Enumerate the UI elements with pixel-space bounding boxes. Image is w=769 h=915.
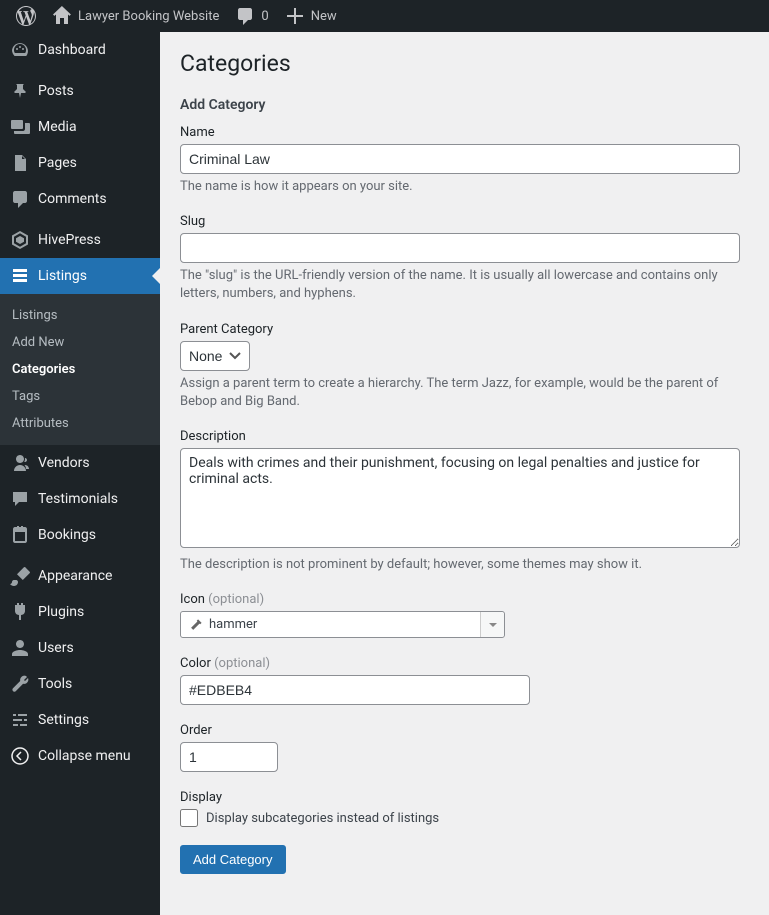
listings-submenu: Listings Add New Categories Tags Attribu…	[0, 294, 160, 445]
comments-icon	[10, 189, 30, 209]
sidebar-item-plugins[interactable]: Plugins	[0, 594, 160, 630]
order-label: Order	[180, 723, 749, 738]
pin-icon	[10, 81, 30, 101]
plus-icon	[285, 6, 305, 26]
name-label: Name	[180, 125, 749, 140]
submenu-categories[interactable]: Categories	[0, 356, 160, 383]
sidebar-item-posts[interactable]: Posts	[0, 73, 160, 109]
home-icon	[52, 6, 72, 26]
order-input[interactable]	[180, 742, 278, 772]
description-desc: The description is not prominent by defa…	[180, 556, 740, 574]
sidebar-item-users[interactable]: Users	[0, 630, 160, 666]
user-icon	[10, 638, 30, 658]
sidebar-item-dashboard[interactable]: Dashboard	[0, 32, 160, 68]
field-description: Description The description is not promi…	[180, 429, 749, 574]
admin-bar: Lawyer Booking Website 0 New	[0, 0, 769, 32]
color-input[interactable]	[180, 675, 530, 705]
media-icon	[10, 117, 30, 137]
icon-select[interactable]: hammer	[180, 611, 505, 638]
parent-select[interactable]: None	[180, 341, 250, 371]
submenu-listings[interactable]: Listings	[0, 302, 160, 329]
wrench-icon	[10, 674, 30, 694]
chevron-down-icon	[480, 612, 504, 637]
sidebar-item-testimonials[interactable]: Testimonials	[0, 481, 160, 517]
submenu-tags[interactable]: Tags	[0, 383, 160, 410]
testimonials-icon	[10, 489, 30, 509]
field-order: Order	[180, 723, 749, 772]
slug-label: Slug	[180, 214, 749, 229]
main-content: Categories Add Category Name The name is…	[160, 32, 769, 915]
wp-logo[interactable]	[8, 0, 44, 32]
form-heading: Add Category	[180, 97, 749, 113]
sidebar-item-bookings[interactable]: Bookings	[0, 517, 160, 553]
plugin-icon	[10, 602, 30, 622]
sidebar-item-appearance[interactable]: Appearance	[0, 558, 160, 594]
field-name: Name The name is how it appears on your …	[180, 125, 749, 196]
field-display: Display Display subcategories instead of…	[180, 790, 749, 827]
listings-icon	[10, 266, 30, 286]
comment-icon	[235, 6, 255, 26]
sidebar-item-tools[interactable]: Tools	[0, 666, 160, 702]
new-content-link[interactable]: New	[277, 0, 345, 32]
add-category-button[interactable]: Add Category	[180, 845, 286, 874]
brush-icon	[10, 566, 30, 586]
comment-count: 0	[261, 9, 268, 24]
color-label: Color (optional)	[180, 656, 749, 671]
description-label: Description	[180, 429, 749, 444]
sidebar-item-pages[interactable]: Pages	[0, 145, 160, 181]
display-checkbox-label: Display subcategories instead of listing…	[206, 811, 439, 826]
sliders-icon	[10, 710, 30, 730]
page-title: Categories	[180, 50, 749, 77]
admin-sidebar: Dashboard Posts Media Pages Comments Hiv…	[0, 32, 160, 915]
calendar-icon	[10, 525, 30, 545]
field-icon: Icon (optional) hammer	[180, 592, 749, 638]
wordpress-icon	[16, 6, 36, 26]
field-color: Color (optional)	[180, 656, 749, 705]
parent-label: Parent Category	[180, 322, 749, 337]
collapse-menu[interactable]: Collapse menu	[0, 738, 160, 774]
description-textarea[interactable]	[180, 448, 740, 548]
hivepress-icon	[10, 230, 30, 250]
sidebar-item-media[interactable]: Media	[0, 109, 160, 145]
vendors-icon	[10, 453, 30, 473]
dashboard-icon	[10, 40, 30, 60]
page-icon	[10, 153, 30, 173]
sidebar-item-vendors[interactable]: Vendors	[0, 445, 160, 481]
sidebar-item-hivepress[interactable]: HivePress	[0, 222, 160, 258]
site-name: Lawyer Booking Website	[78, 9, 219, 24]
hammer-icon	[189, 618, 203, 632]
sidebar-item-comments[interactable]: Comments	[0, 181, 160, 217]
display-checkbox[interactable]	[180, 809, 198, 827]
sidebar-item-settings[interactable]: Settings	[0, 702, 160, 738]
name-input[interactable]	[180, 144, 740, 174]
site-name-link[interactable]: Lawyer Booking Website	[44, 0, 227, 32]
parent-desc: Assign a parent term to create a hierarc…	[180, 375, 740, 411]
icon-label: Icon (optional)	[180, 592, 749, 607]
icon-value: hammer	[209, 617, 257, 632]
name-desc: The name is how it appears on your site.	[180, 178, 740, 196]
submenu-add-new[interactable]: Add New	[0, 329, 160, 356]
collapse-icon	[10, 746, 30, 766]
slug-desc: The "slug" is the URL-friendly version o…	[180, 267, 740, 303]
slug-input[interactable]	[180, 233, 740, 263]
field-parent: Parent Category None Assign a parent ter…	[180, 322, 749, 411]
sidebar-item-listings[interactable]: Listings	[0, 258, 160, 294]
new-label: New	[311, 9, 337, 24]
submenu-attributes[interactable]: Attributes	[0, 410, 160, 437]
display-label: Display	[180, 790, 749, 805]
field-slug: Slug The "slug" is the URL-friendly vers…	[180, 214, 749, 303]
comments-link[interactable]: 0	[227, 0, 276, 32]
